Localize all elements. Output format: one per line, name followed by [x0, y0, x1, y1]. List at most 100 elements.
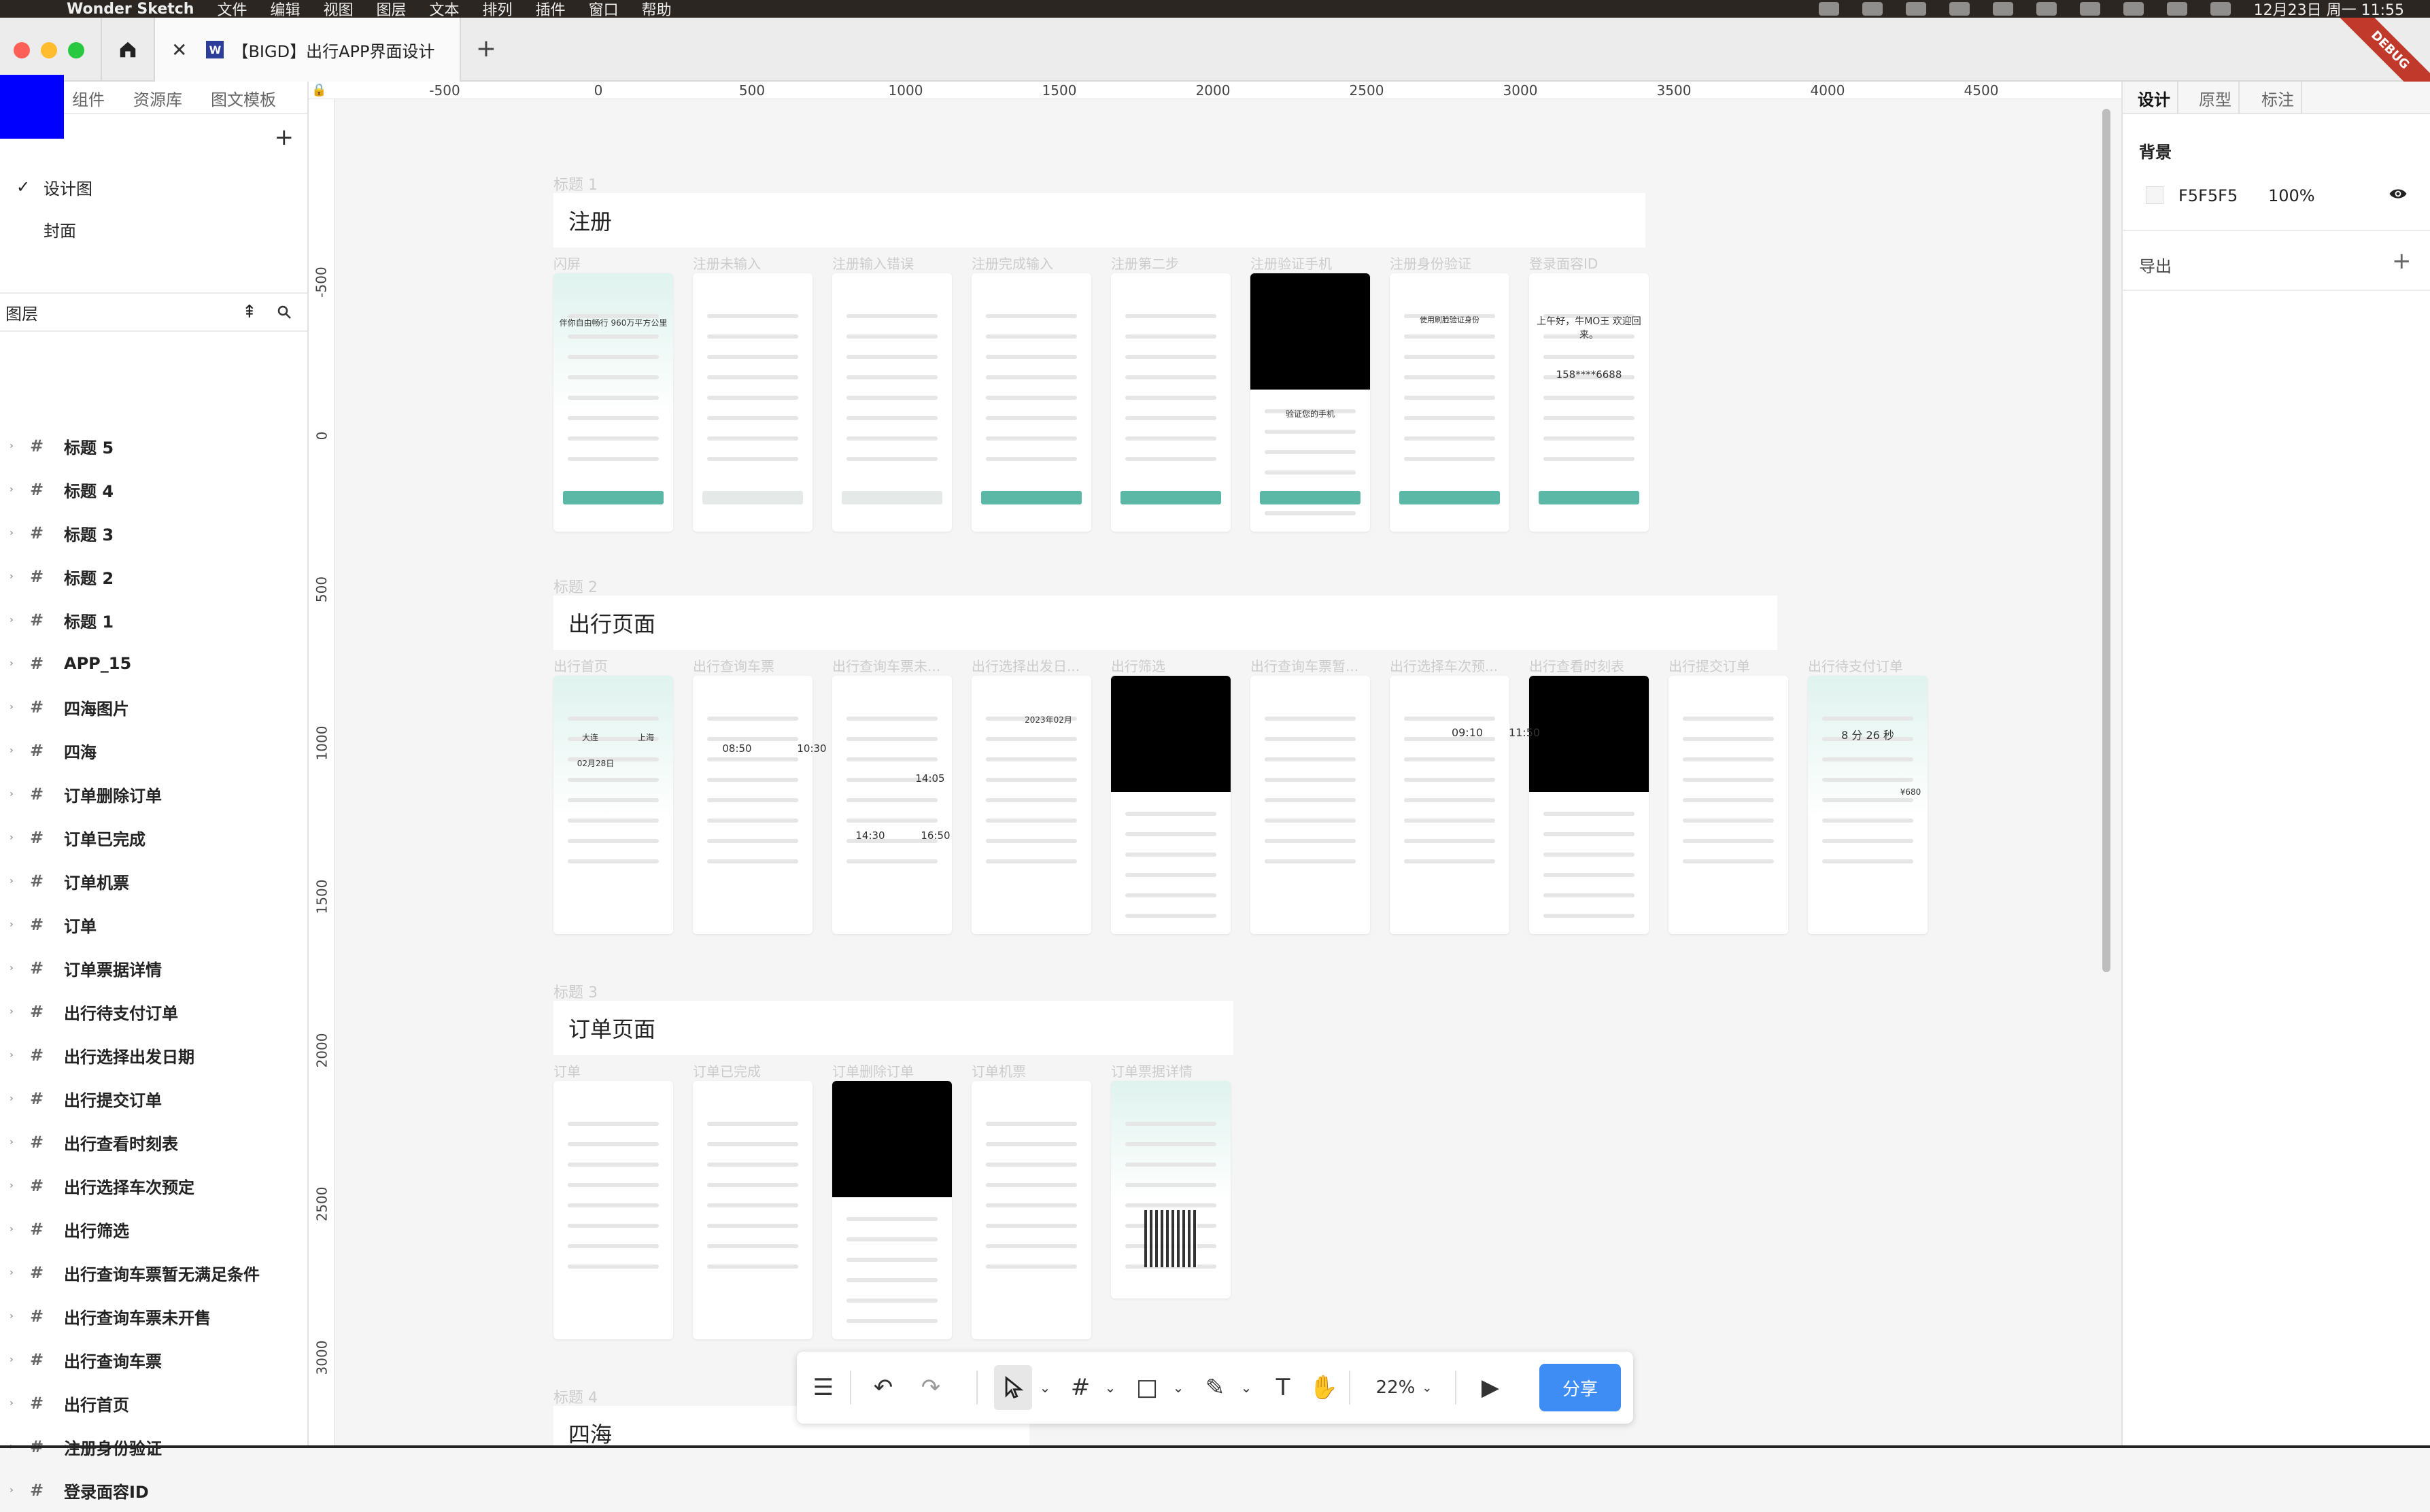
artboard-label[interactable]: 注册输入错误 [832, 253, 955, 273]
artboard-label[interactable]: 出行查询车票未... [832, 655, 955, 675]
menu-view[interactable]: 视图 [324, 0, 354, 20]
artboard-label[interactable]: 出行查询车票 [693, 655, 815, 675]
layer-row[interactable]: › # 出行筛选 [0, 1207, 307, 1251]
menu-icon[interactable]: ☰ [806, 1352, 840, 1424]
new-tab-button[interactable]: + [469, 31, 503, 65]
pointer-icon[interactable] [994, 1352, 1032, 1424]
lock-icon[interactable]: 🔒 [311, 83, 326, 97]
artboard-screen[interactable] [1669, 676, 1788, 934]
menu-window[interactable]: 窗口 [589, 0, 619, 20]
layer-row[interactable]: › # 订单机票 [0, 859, 307, 903]
chevron-right-icon[interactable]: › [10, 1398, 23, 1409]
close-window-button[interactable] [14, 42, 30, 58]
artboard-screen[interactable] [553, 676, 673, 934]
layer-row[interactable]: › # 订单票据详情 [0, 946, 307, 990]
chevron-right-icon[interactable]: › [10, 1311, 23, 1322]
section-title-bar[interactable]: 注册 [553, 193, 1645, 247]
layer-row[interactable]: › # 标题 2 [0, 555, 307, 598]
tab-prototype[interactable]: 原型 [2199, 82, 2231, 114]
chevron-right-icon[interactable]: › [10, 1180, 23, 1191]
layer-row[interactable]: › # 订单 [0, 903, 307, 946]
status-icon[interactable] [1818, 2, 1839, 16]
add-page-button[interactable]: + [275, 124, 294, 151]
section-title-bar[interactable]: 订单页面 [553, 1001, 1233, 1055]
chevron-right-icon[interactable]: › [10, 789, 23, 800]
artboard-screen[interactable] [553, 1081, 673, 1339]
artboard-screen[interactable] [832, 273, 952, 532]
chevron-down-icon[interactable]: ⌄ [1168, 1352, 1188, 1424]
layer-row[interactable]: › # 标题 3 [0, 511, 307, 555]
pages-tab-highlight[interactable] [0, 75, 64, 139]
artboard-label[interactable]: 出行查看时刻表 [1529, 655, 1652, 675]
battery-icon[interactable] [1992, 2, 2013, 16]
zoom-window-button[interactable] [68, 42, 84, 58]
layer-row[interactable]: › # 出行查看时刻表 [0, 1120, 307, 1164]
layer-row[interactable]: › # 出行查询车票未开售 [0, 1294, 307, 1338]
minimize-window-button[interactable] [41, 42, 57, 58]
chevron-right-icon[interactable]: › [10, 832, 23, 843]
app-name-menu[interactable]: Wonder Sketch [67, 1, 194, 18]
background-opacity-input[interactable]: 100% [2268, 186, 2315, 205]
chevron-right-icon[interactable]: › [10, 702, 23, 712]
chevron-right-icon[interactable]: › [10, 1093, 23, 1104]
menu-help[interactable]: 帮助 [642, 0, 672, 20]
layer-row[interactable]: › # 登录面容ID [0, 1468, 307, 1512]
artboard-label[interactable]: 订单机票 [972, 1061, 1094, 1080]
clock[interactable]: 12月23日 周一 11:55 [2254, 0, 2404, 20]
undo-icon[interactable]: ↶ [865, 1352, 902, 1424]
document-tab[interactable]: ✕ W 【BIGD】出行APP界面设计 [155, 18, 461, 82]
artboard-label[interactable]: 订单已完成 [693, 1061, 815, 1080]
artboard-label[interactable]: 订单 [553, 1061, 676, 1080]
chevron-right-icon[interactable]: › [10, 1267, 23, 1278]
layer-row[interactable]: › # APP_15 [0, 642, 307, 685]
artboard-screen[interactable] [832, 676, 952, 934]
chevron-right-icon[interactable]: › [10, 615, 23, 625]
layer-row[interactable]: › # 出行待支付订单 [0, 990, 307, 1033]
background-color-swatch[interactable] [2146, 186, 2163, 204]
chevron-down-icon[interactable]: ⌄ [1236, 1352, 1256, 1424]
layer-row[interactable]: › # 出行首页 [0, 1381, 307, 1425]
tab-annotate[interactable]: 标注 [2261, 82, 2294, 114]
layer-row[interactable]: › # 四海 [0, 729, 307, 772]
text-tool-icon[interactable]: T [1266, 1352, 1300, 1424]
chevron-right-icon[interactable]: › [10, 876, 23, 887]
close-tab-icon[interactable]: ✕ [171, 39, 187, 61]
preview-play-icon[interactable]: ▶ [1470, 1352, 1511, 1424]
artboard-label[interactable]: 注册完成输入 [972, 253, 1094, 273]
siri-icon[interactable] [2210, 2, 2231, 16]
input-method-icon[interactable] [1949, 2, 1970, 16]
artboard-label[interactable]: 出行查询车票暂... [1250, 655, 1373, 675]
artboard-screen[interactable] [1390, 273, 1509, 532]
menu-text[interactable]: 文本 [430, 0, 460, 20]
layer-row[interactable]: › # 订单删除订单 [0, 772, 307, 816]
layer-row[interactable]: › # 标题 4 [0, 468, 307, 511]
layer-row[interactable]: › # 标题 1 [0, 598, 307, 642]
artboard-screen[interactable] [1808, 676, 1928, 934]
chevron-right-icon[interactable]: › [10, 528, 23, 538]
zoom-dropdown[interactable]: 22% ⌄ [1360, 1352, 1448, 1424]
background-hex-input[interactable]: F5F5F5 [2178, 186, 2238, 205]
layer-row[interactable]: › # 出行选择车次预定 [0, 1164, 307, 1207]
layer-row[interactable]: › # 订单已完成 [0, 816, 307, 859]
artboard-label[interactable]: 注册第二步 [1111, 253, 1233, 273]
artboard-label[interactable]: 订单删除订单 [832, 1061, 955, 1080]
section-title-bar[interactable]: 出行页面 [553, 596, 1777, 650]
artboard-label[interactable]: 注册验证手机 [1250, 253, 1373, 273]
artboard-label[interactable]: 出行提交订单 [1669, 655, 1791, 675]
tab-assets[interactable]: 资源库 [133, 82, 182, 114]
layer-row[interactable]: › # 出行提交订单 [0, 1077, 307, 1120]
artboard-screen[interactable] [1529, 676, 1649, 934]
canvas[interactable]: 标题 1 注册 闪屏 注册未输入 注册输入错误 注册完成输入 注册第二步 注册验证手机 注册身份… [335, 99, 2121, 1448]
spotlight-icon[interactable] [2123, 2, 2144, 16]
artboard-label[interactable]: 出行选择车次预... [1390, 655, 1512, 675]
menu-edit[interactable]: 编辑 [270, 0, 300, 20]
artboard-screen[interactable] [1390, 676, 1509, 934]
artboard-label[interactable]: 登录面容ID [1529, 253, 1652, 273]
layer-row[interactable]: › # 标题 5 [0, 424, 307, 468]
home-tab[interactable] [101, 18, 155, 82]
search-icon[interactable] [276, 304, 292, 320]
layer-row[interactable]: › # 出行查询车票 [0, 1338, 307, 1381]
wechat-icon[interactable] [1862, 2, 1883, 16]
chevron-right-icon[interactable]: › [10, 1485, 23, 1496]
menu-arrange[interactable]: 排列 [483, 0, 513, 20]
